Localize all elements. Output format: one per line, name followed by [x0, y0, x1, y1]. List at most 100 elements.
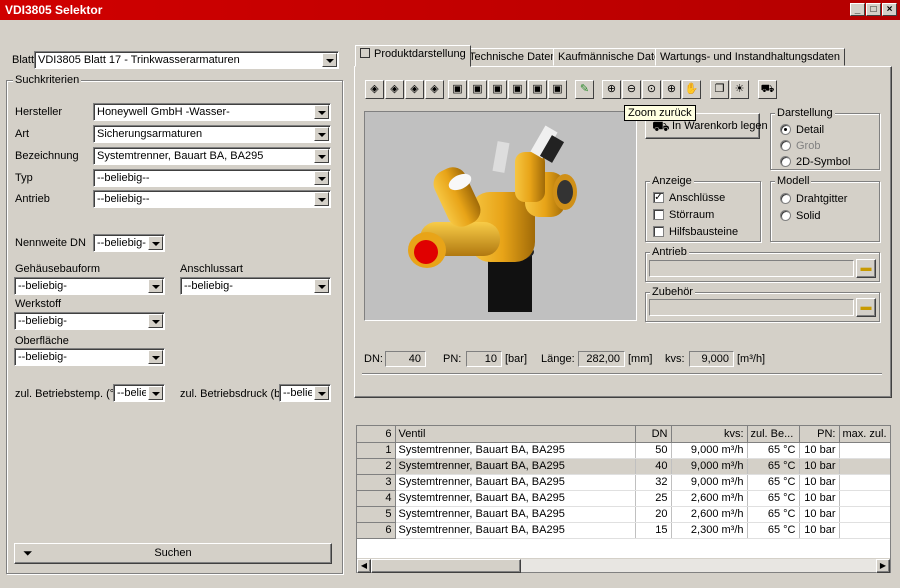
tab-wartungsdaten[interactable]: Wartungs- und Instandhaltungsdaten	[655, 48, 845, 66]
checkbox-anschluesse[interactable]: ✓	[653, 192, 664, 203]
chevron-down-icon[interactable]	[148, 350, 163, 364]
cell-kvs: 2,600 m³/h	[671, 506, 748, 523]
maximize-button[interactable]: □	[866, 3, 881, 16]
field-label: Antrieb	[15, 193, 50, 205]
window-title: VDI3805 Selektor	[5, 3, 103, 17]
werkstoff-label: Werkstoff	[15, 298, 62, 310]
3d-viewport[interactable]	[364, 111, 637, 321]
scroll-right-icon[interactable]: ▶	[876, 559, 890, 573]
chevron-down-icon[interactable]	[148, 314, 163, 328]
checkbox-hilfsbausteine[interactable]	[653, 226, 664, 237]
tab-produktdarstellung[interactable]: Produktdarstellung	[355, 45, 471, 67]
zubehoer-field[interactable]	[649, 299, 854, 316]
field-value: --beliebig--	[97, 193, 150, 205]
table-row[interactable]: 1 Systemtrenner, Bauart BA, BA295 50 9,000 …	[357, 442, 890, 459]
view-left-icon[interactable]: ◈	[405, 80, 424, 99]
chevron-down-icon[interactable]	[314, 192, 329, 206]
chevron-down-icon[interactable]	[148, 236, 163, 250]
druck-value: --beliebi	[283, 387, 312, 399]
rotate-icon[interactable]: ✋	[682, 80, 701, 99]
col-temp[interactable]: zul. Be...	[747, 426, 800, 443]
nennweite-select[interactable]: --beliebig-	[93, 234, 165, 252]
zoom-out-icon[interactable]: ⊖	[622, 80, 641, 99]
chevron-down-icon[interactable]	[314, 171, 329, 185]
folder-icon[interactable]: ▬	[856, 298, 876, 317]
view-front-icon[interactable]: ◈	[365, 80, 384, 99]
tab-technische-daten[interactable]: Technische Daten	[464, 48, 562, 66]
col-kvs[interactable]: kvs:	[671, 426, 748, 443]
horizontal-scrollbar[interactable]: ◀ ▶	[357, 558, 890, 573]
chevron-down-icon[interactable]	[148, 279, 163, 293]
view-iso1-icon[interactable]: ▣	[488, 80, 507, 99]
blatt-select[interactable]: VDI3805 Blatt 17 - Trinkwasserarmaturen	[34, 51, 339, 69]
zoom-reset-icon[interactable]: ⊕	[662, 80, 681, 99]
folder-icon[interactable]: ▬	[856, 259, 876, 278]
field-value: Sicherungsarmaturen	[97, 128, 203, 140]
col-maxdruck[interactable]: max. zul. ...	[839, 426, 890, 443]
werkstoff-select[interactable]: --beliebig-	[14, 312, 165, 330]
cell-ventil: Systemtrenner, Bauart BA, BA295	[395, 458, 636, 475]
table-row[interactable]: 3 Systemtrenner, Bauart BA, BA295 32 9,000 …	[357, 474, 890, 491]
gehaeuse-select[interactable]: --beliebig-	[14, 277, 165, 295]
chevron-down-icon[interactable]	[314, 105, 329, 119]
col-ventil[interactable]: Ventil	[395, 426, 636, 443]
antrieb-field[interactable]	[649, 260, 854, 277]
results-table: 6 Ventil DN kvs: zul. Be... PN: max. zul…	[356, 425, 891, 573]
radio-2d-symbol[interactable]	[780, 156, 791, 167]
radio-detail-label: Detail	[796, 124, 825, 136]
cell-ventil: Systemtrenner, Bauart BA, BA295	[395, 490, 636, 507]
cell-pn: 10 bar	[799, 506, 840, 523]
nennweite-label: Nennweite DN	[15, 237, 86, 249]
field-label: Typ	[15, 172, 33, 184]
chevron-down-icon[interactable]	[148, 386, 163, 400]
field-select[interactable]: Systemtrenner, Bauart BA, BA295	[93, 147, 331, 165]
light-icon[interactable]: ☀	[730, 80, 749, 99]
chevron-down-icon[interactable]	[314, 127, 329, 141]
oberflaeche-select[interactable]: --beliebig-	[14, 348, 165, 366]
radio-drahtgitter[interactable]	[780, 193, 791, 204]
checkbox-stoerraum[interactable]	[653, 209, 664, 220]
view-back-icon[interactable]: ◈	[385, 80, 404, 99]
col-dn[interactable]: DN	[635, 426, 672, 443]
view-bottom-icon[interactable]: ▣	[468, 80, 487, 99]
view-iso2-icon[interactable]: ▣	[508, 80, 527, 99]
tab-kaufmaennische-daten[interactable]: Kaufmännische Daten	[553, 48, 672, 66]
zoom-in-icon[interactable]: ⊕	[602, 80, 621, 99]
scroll-thumb[interactable]	[371, 559, 521, 573]
chevron-down-icon[interactable]	[314, 386, 329, 400]
cell-kvs: 9,000 m³/h	[671, 458, 748, 475]
field-select[interactable]: --beliebig--	[93, 190, 331, 208]
cell-pn: 10 bar	[799, 490, 840, 507]
temp-select[interactable]: --beliebi	[113, 384, 165, 402]
search-button[interactable]: ⏷ Suchen	[14, 543, 332, 564]
scroll-left-icon[interactable]: ◀	[357, 559, 371, 573]
radio-grob[interactable]	[780, 140, 791, 151]
minimize-button[interactable]: _	[850, 3, 865, 16]
view-iso4-icon[interactable]: ▣	[548, 80, 567, 99]
col-pn[interactable]: PN:	[799, 426, 840, 443]
table-row[interactable]: 5 Systemtrenner, Bauart BA, BA295 20 2,600 …	[357, 506, 890, 523]
zoom-window-icon[interactable]: ⊙	[642, 80, 661, 99]
druck-select[interactable]: --beliebi	[279, 384, 331, 402]
cell-temp: 65 °C	[747, 442, 800, 459]
chevron-down-icon[interactable]	[314, 279, 329, 293]
radio-solid[interactable]	[780, 210, 791, 221]
anschluss-select[interactable]: --beliebig-	[180, 277, 331, 295]
chevron-down-icon[interactable]	[314, 149, 329, 163]
table-row[interactable]: 2 Systemtrenner, Bauart BA, BA295 40 9,000 …	[357, 458, 890, 475]
field-select[interactable]: Sicherungsarmaturen	[93, 125, 331, 143]
cart-icon[interactable]: ⛟	[758, 80, 777, 99]
view-iso3-icon[interactable]: ▣	[528, 80, 547, 99]
chevron-down-icon[interactable]	[322, 53, 337, 67]
table-row[interactable]: 6 Systemtrenner, Bauart BA, BA295 15 2,300 …	[357, 522, 890, 539]
view-top-icon[interactable]: ▣	[448, 80, 467, 99]
view-right-icon[interactable]: ◈	[425, 80, 444, 99]
cell-kvs: 2,300 m³/h	[671, 522, 748, 539]
field-select[interactable]: Honeywell GmbH -Wasser-	[93, 103, 331, 121]
radio-detail[interactable]	[780, 124, 791, 135]
table-row[interactable]: 4 Systemtrenner, Bauart BA, BA295 25 2,600 …	[357, 490, 890, 507]
field-select[interactable]: --beliebig--	[93, 169, 331, 187]
copy-image-icon[interactable]: ❐	[710, 80, 729, 99]
close-button[interactable]: ×	[882, 3, 897, 16]
paint-icon[interactable]: ✎	[575, 80, 594, 99]
